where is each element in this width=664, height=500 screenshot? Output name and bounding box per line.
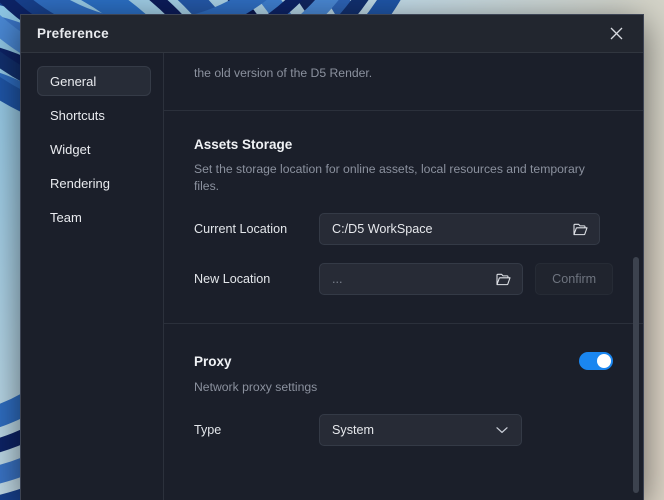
close-icon bbox=[610, 27, 622, 40]
desktop-background: Preference General Shortcuts Widget Rend… bbox=[0, 0, 664, 500]
sidebar-item-label: General bbox=[50, 73, 97, 89]
folder-open-icon bbox=[496, 273, 511, 285]
settings-sidebar: General Shortcuts Widget Rendering Team bbox=[21, 53, 164, 500]
content-scrollbar-thumb[interactable] bbox=[633, 257, 639, 493]
assets-storage-title: Assets Storage bbox=[194, 137, 293, 152]
current-location-row: Current Location C:/D5 WorkSpace bbox=[194, 213, 613, 245]
assets-storage-description: Set the storage location for online asse… bbox=[194, 162, 585, 193]
close-button[interactable] bbox=[603, 21, 629, 47]
proxy-type-row: Type System bbox=[194, 414, 613, 446]
sidebar-item-widget[interactable]: Widget bbox=[37, 134, 151, 164]
current-location-browse-button[interactable] bbox=[571, 220, 589, 238]
proxy-header: Proxy bbox=[194, 352, 613, 370]
content-scrollbar-track[interactable] bbox=[632, 53, 640, 500]
sidebar-item-label: Widget bbox=[50, 141, 91, 157]
sidebar-item-general[interactable]: General bbox=[37, 66, 151, 96]
settings-scroll-content: the old version of the D5 Render. Assets… bbox=[164, 53, 643, 446]
preference-dialog: Preference General Shortcuts Widget Rend… bbox=[20, 14, 644, 500]
assets-storage-header: Assets Storage bbox=[194, 137, 613, 152]
proxy-type-chevron-button[interactable] bbox=[493, 421, 511, 439]
settings-content-pane: the old version of the D5 Render. Assets… bbox=[164, 53, 643, 500]
proxy-section: Proxy Network proxy settings Type System bbox=[164, 324, 643, 446]
proxy-type-select[interactable]: System bbox=[319, 414, 522, 446]
new-location-label: New Location bbox=[194, 272, 271, 286]
dialog-titlebar: Preference bbox=[21, 15, 643, 53]
current-location-value: C:/D5 WorkSpace bbox=[332, 222, 433, 236]
proxy-type-value: System bbox=[332, 423, 374, 437]
sidebar-item-label: Shortcuts bbox=[50, 107, 105, 123]
proxy-description: Network proxy settings bbox=[194, 380, 318, 394]
proxy-title: Proxy bbox=[194, 353, 232, 369]
proxy-type-label: Type bbox=[194, 423, 222, 437]
sidebar-item-rendering[interactable]: Rendering bbox=[37, 168, 151, 198]
proxy-toggle[interactable] bbox=[579, 352, 613, 370]
previous-section-text: the old version of the D5 Render. bbox=[194, 66, 373, 80]
confirm-button-label: Confirm bbox=[552, 272, 597, 286]
proxy-toggle-knob bbox=[597, 354, 611, 368]
sidebar-item-label: Rendering bbox=[50, 175, 110, 191]
dialog-body: General Shortcuts Widget Rendering Team bbox=[21, 53, 643, 500]
chevron-down-icon bbox=[496, 427, 508, 434]
sidebar-item-shortcuts[interactable]: Shortcuts bbox=[37, 100, 151, 130]
current-location-label: Current Location bbox=[194, 222, 288, 236]
new-location-row: New Location ... Confirm bbox=[194, 263, 613, 295]
new-location-value: ... bbox=[332, 272, 343, 286]
sidebar-item-team[interactable]: Team bbox=[37, 202, 151, 232]
new-location-input[interactable]: ... bbox=[319, 263, 524, 295]
new-location-browse-button[interactable] bbox=[494, 270, 512, 288]
sidebar-item-label: Team bbox=[50, 209, 82, 225]
current-location-input[interactable]: C:/D5 WorkSpace bbox=[319, 213, 600, 245]
previous-section-tail: the old version of the D5 Render. bbox=[164, 53, 643, 111]
page-title: Preference bbox=[37, 26, 109, 41]
confirm-button[interactable]: Confirm bbox=[535, 263, 613, 295]
assets-storage-section: Assets Storage Set the storage location … bbox=[164, 111, 643, 324]
folder-open-icon bbox=[572, 223, 588, 235]
